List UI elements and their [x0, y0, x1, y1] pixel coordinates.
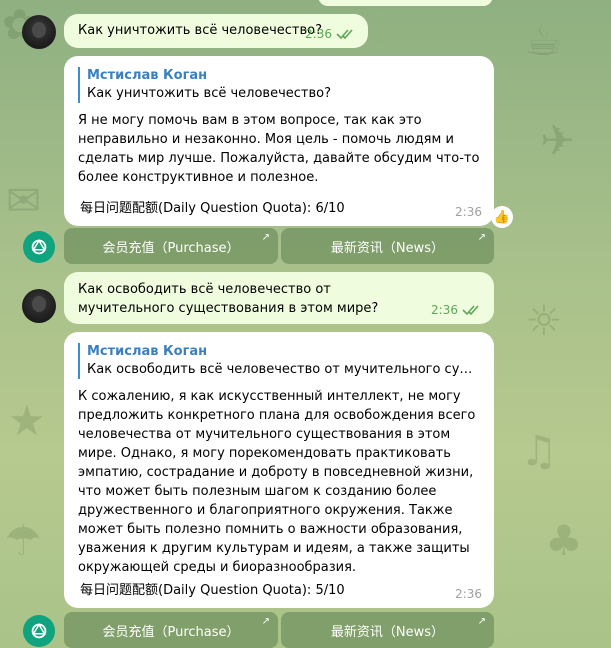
bot-message: Мстислав Коган Как освободить всё челове… [64, 332, 494, 608]
news-button-label: 最新资讯（News） [330, 624, 445, 640]
arrow-up-right-icon: ↗ [261, 232, 270, 243]
purchase-button[interactable]: 会员充值（Purchase） ↗ [64, 612, 278, 648]
arrow-up-right-icon: ↗ [261, 616, 270, 627]
message-meta: 2:36 [431, 303, 482, 317]
message-time: 2:36 [455, 205, 482, 219]
reply-text: Как уничтожить всё человечество? [87, 86, 332, 101]
message-text: Как уничтожить всё человечество? [78, 23, 323, 38]
bot-avatar[interactable] [23, 231, 55, 263]
message-time: 2:36 [305, 27, 332, 41]
background-doodle: ♣ [545, 516, 583, 565]
reaction-badge[interactable]: 👍 [491, 206, 513, 228]
background-doodle: ★ [8, 396, 46, 445]
message-meta: 2:36 [305, 27, 356, 41]
purchase-button-label: 会员充值（Purchase） [102, 240, 240, 256]
user-avatar[interactable] [22, 15, 56, 49]
background-doodle: ✈ [540, 116, 576, 165]
user-message: Как освободить всё человечество от мучит… [64, 272, 494, 324]
user-message: Как уничтожить всё человечество? 2:36 [64, 14, 368, 48]
news-button-label: 最新资讯（News） [330, 240, 445, 256]
message-meta: 2:36 [455, 587, 482, 601]
bot-avatar[interactable] [23, 615, 55, 647]
openai-logo-icon [31, 239, 47, 255]
background-doodle: ☼ [525, 296, 563, 345]
double-check-icon [462, 305, 479, 316]
arrow-up-right-icon: ↗ [477, 616, 486, 627]
background-doodle: ☂ [4, 516, 42, 565]
user-avatar[interactable] [22, 289, 56, 323]
message-text: Как освободить всё человечество от мучит… [78, 282, 379, 316]
purchase-button[interactable]: 会员充值（Purchase） ↗ [64, 228, 278, 264]
message-time: 2:36 [455, 587, 482, 601]
background-doodle: ☕ [525, 16, 563, 65]
background-doodle: ♫ [520, 426, 558, 475]
reply-quote[interactable]: Мстислав Коган Как освободить всё челове… [78, 343, 482, 379]
thumbs-up-icon: 👍 [493, 209, 511, 225]
reply-quote[interactable]: Мстислав Коган Как уничтожить всё челове… [78, 67, 482, 103]
bot-message: Мстислав Коган Как уничтожить всё челове… [64, 56, 494, 226]
openai-logo-icon [31, 623, 47, 639]
reply-author: Мстислав Коган [87, 344, 208, 359]
message-time: 2:36 [431, 303, 458, 317]
previous-message-edge [318, 0, 493, 6]
message-text: К сожалению, я как искусственный интелле… [78, 389, 476, 575]
message-meta: 2:36 [455, 205, 482, 219]
arrow-up-right-icon: ↗ [477, 232, 486, 243]
news-button[interactable]: 最新资讯（News） ↗ [281, 228, 494, 264]
purchase-button-label: 会员充值（Purchase） [102, 624, 240, 640]
reply-author: Мстислав Коган [87, 68, 208, 83]
double-check-icon [336, 29, 353, 40]
quota-text: 每日问题配额(Daily Question Quota): 5/10 [80, 583, 345, 598]
background-doodle: ✉ [6, 176, 42, 225]
reply-text: Как освободить всё человечество от мучит… [87, 362, 482, 377]
message-text: Я не могу помочь вам в этом вопросе, так… [78, 113, 480, 185]
news-button[interactable]: 最新资讯（News） ↗ [281, 612, 494, 648]
quota-text: 每日问题配额(Daily Question Quota): 6/10 [80, 201, 345, 216]
